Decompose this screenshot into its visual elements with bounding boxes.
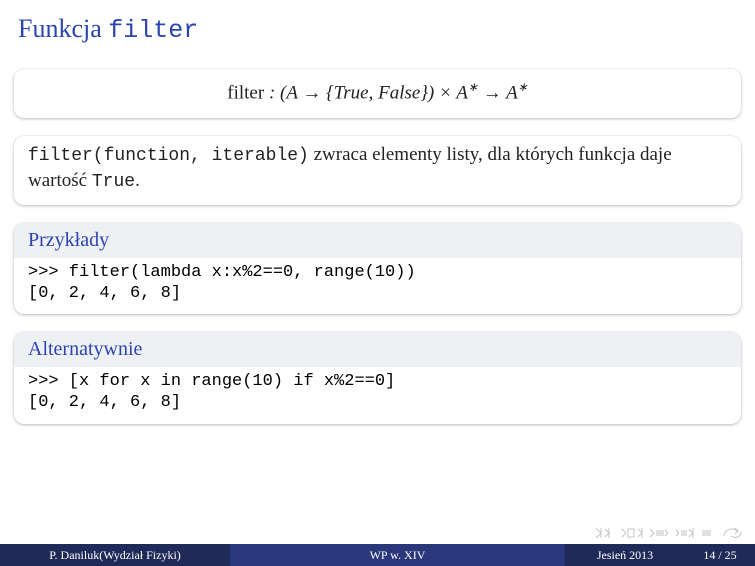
title-prefix: Funkcja — [18, 14, 108, 43]
footer-author: P. Daniluk(Wydział Fizyki) — [0, 544, 230, 566]
content-area: filter : (A → {True, False}) × A∗ → A∗ f… — [0, 49, 755, 566]
desc-mono1: filter(function, iterable) — [28, 146, 309, 166]
formula-block: filter : (A → {True, False}) × A∗ → A∗ — [14, 69, 741, 118]
description-block: filter(function, iterable) zwraca elemen… — [14, 136, 741, 205]
examples-code: >>> filter(lambda x:x%2==0, range(10)) [… — [14, 258, 741, 315]
title-mono: filter — [108, 16, 198, 45]
examples-header: Przykłady — [14, 223, 741, 258]
footer-page: 14 / 25 — [685, 544, 755, 566]
description-text: filter(function, iterable) zwraca elemen… — [14, 136, 741, 205]
formula-text: filter : (A → {True, False}) × A∗ → A∗ — [14, 69, 741, 118]
nav-controls — [595, 526, 743, 540]
nav-mode-icon[interactable] — [701, 527, 715, 539]
nav-next[interactable] — [675, 527, 695, 539]
alt-header: Alternatywnie — [14, 332, 741, 367]
slide: Funkcja filter filter : (A → {True, Fals… — [0, 0, 755, 566]
nav-first[interactable] — [595, 527, 615, 539]
footer: P. Daniluk(Wydział Fizyki) WP w. XIV Jes… — [0, 544, 755, 566]
nav-prev[interactable] — [649, 527, 669, 539]
nav-back-icon[interactable] — [721, 526, 743, 540]
slide-title: Funkcja filter — [0, 0, 755, 49]
nav-prev-section[interactable] — [621, 527, 643, 539]
alt-code: >>> [x for x in range(10) if x%2==0] [0,… — [14, 367, 741, 424]
footer-title: WP w. XIV — [230, 544, 565, 566]
desc-text2: . — [135, 170, 140, 191]
desc-mono2: True — [92, 172, 135, 192]
alt-block: Alternatywnie >>> [x for x in range(10) … — [14, 332, 741, 424]
footer-date: Jesień 2013 — [565, 544, 685, 566]
examples-block: Przykłady >>> filter(lambda x:x%2==0, ra… — [14, 223, 741, 315]
